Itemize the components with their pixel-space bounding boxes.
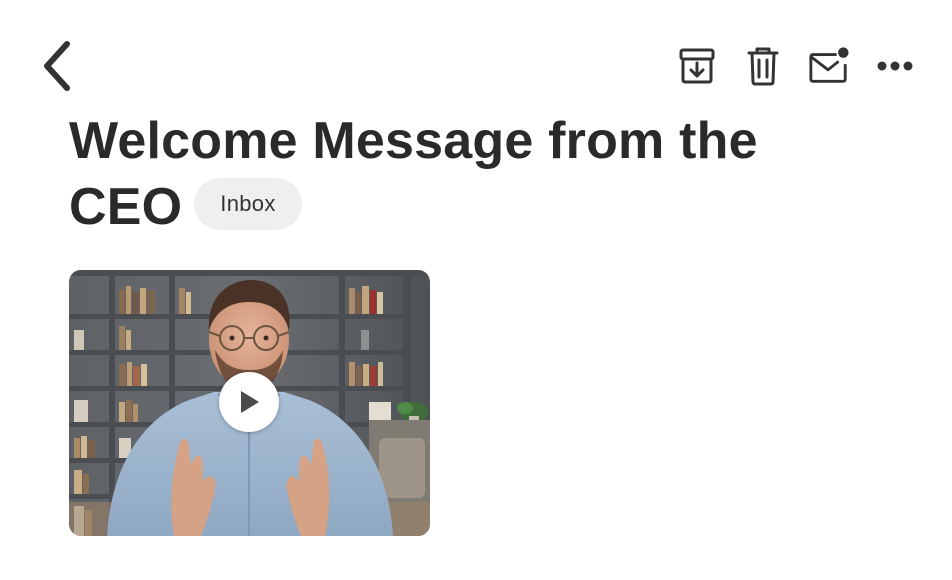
subject-text: Welcome Message from the CEO	[69, 112, 758, 236]
mail-unread-icon	[809, 47, 849, 83]
inbox-label-badge[interactable]: Inbox	[194, 178, 302, 231]
more-button[interactable]	[874, 45, 916, 87]
video-attachment[interactable]	[69, 270, 430, 536]
more-horizontal-icon	[877, 61, 913, 71]
delete-button[interactable]	[742, 45, 784, 87]
message-actions	[676, 44, 916, 88]
play-button[interactable]	[219, 372, 279, 432]
chevron-left-icon	[44, 41, 70, 91]
message-header: Welcome Message from the CEO Inbox	[69, 108, 769, 240]
message-subject: Welcome Message from the CEO Inbox	[69, 108, 769, 240]
message-toolbar	[0, 0, 952, 110]
play-icon	[241, 391, 259, 413]
back-button[interactable]	[36, 40, 76, 92]
mark-unread-button[interactable]	[808, 45, 850, 87]
archive-button[interactable]	[676, 45, 718, 87]
archive-box-icon	[679, 48, 715, 84]
trash-icon	[747, 47, 779, 86]
